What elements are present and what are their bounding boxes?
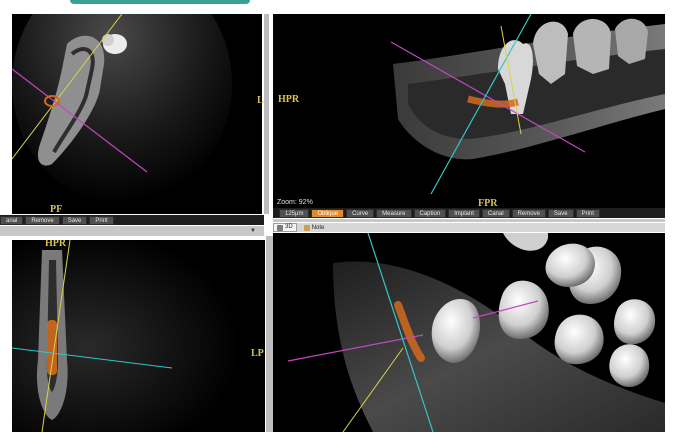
left-panel-separator bbox=[0, 226, 264, 236]
zoom-readout: Zoom: 92% bbox=[277, 199, 313, 206]
toolbar-right: 125μm Oblique Curve Measure Caption Impl… bbox=[273, 208, 665, 218]
measure-button[interactable]: Measure bbox=[376, 208, 412, 218]
print-button-right[interactable]: Print bbox=[575, 208, 600, 218]
canal-button-right[interactable]: Canal bbox=[481, 208, 510, 218]
tooth-longitudinal-image bbox=[12, 240, 265, 432]
caption-button[interactable]: Caption bbox=[413, 208, 447, 218]
bottom-border bbox=[0, 432, 678, 441]
view-side-label-l: L bbox=[257, 95, 264, 106]
tab-3d-label: 3D bbox=[285, 224, 293, 230]
tab-3d[interactable]: 3D bbox=[273, 223, 297, 232]
pane-resize-handle[interactable] bbox=[264, 14, 269, 214]
oblique-button[interactable]: Oblique bbox=[311, 208, 345, 218]
view-label-hpr-top: HPR bbox=[278, 94, 300, 105]
3d-jaw-rendering bbox=[287, 233, 665, 432]
vertical-splitter[interactable] bbox=[266, 236, 273, 432]
view-bottom-left[interactable]: HPR bbox=[12, 240, 265, 432]
tab-note-label: Note bbox=[311, 224, 325, 231]
view-bottom-right[interactable] bbox=[273, 233, 665, 432]
tooth-cross-section-image bbox=[12, 14, 232, 204]
view-top-left[interactable]: PF bbox=[12, 14, 262, 214]
header-accent-bar bbox=[70, 0, 250, 4]
right-panel-separator bbox=[273, 219, 665, 222]
resolution-button[interactable]: 125μm bbox=[279, 208, 310, 218]
remove-button[interactable]: Remove bbox=[25, 215, 60, 225]
implant-button[interactable]: Implant bbox=[448, 208, 480, 218]
view-label-fpr: FPR bbox=[478, 198, 498, 208]
canal-button[interactable]: anal bbox=[0, 215, 24, 225]
tab-note[interactable]: Note bbox=[301, 224, 328, 231]
save-button-right[interactable]: Save bbox=[547, 208, 574, 218]
save-button[interactable]: Save bbox=[61, 215, 88, 225]
view-label-pf: PF bbox=[50, 204, 63, 214]
curve-button[interactable]: Curve bbox=[346, 208, 375, 218]
note-icon bbox=[303, 224, 310, 231]
view-top-right[interactable]: HPR FPR Zoom: 92% bbox=[273, 14, 665, 208]
view-side-label-lp: LP bbox=[251, 348, 264, 359]
remove-button-right[interactable]: Remove bbox=[511, 208, 546, 218]
print-button[interactable]: Print bbox=[89, 215, 114, 225]
view-tab-row: 3D Note bbox=[273, 223, 665, 232]
collapse-arrow-icon[interactable]: ▼ bbox=[250, 228, 256, 234]
view-3d-icon bbox=[277, 224, 283, 231]
toolbar-left: anal Remove Save Print bbox=[0, 215, 264, 225]
view-label-hpr-bottom: HPR bbox=[45, 240, 67, 249]
panoramic-jaw-image bbox=[390, 14, 665, 195]
